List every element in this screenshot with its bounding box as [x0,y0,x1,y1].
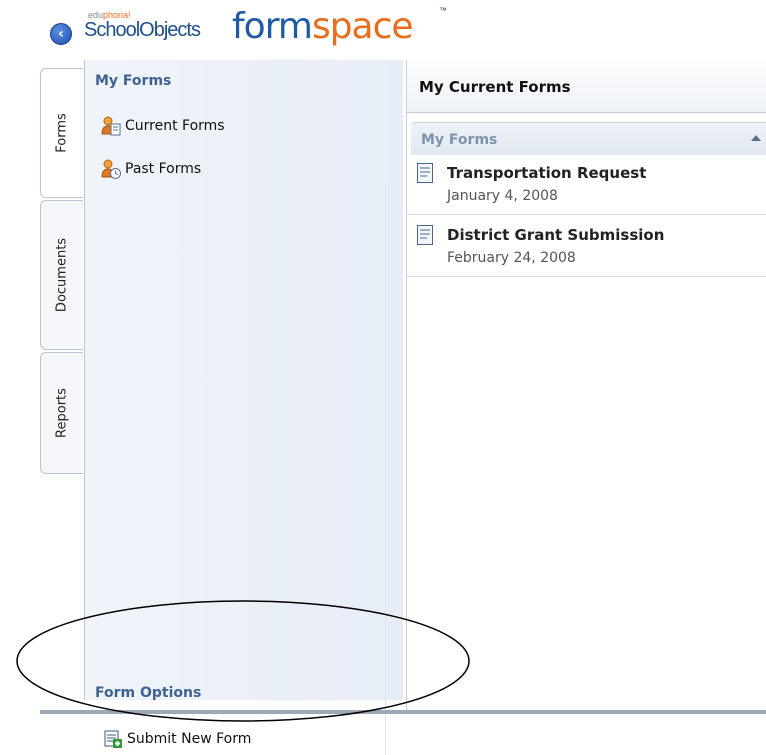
back-button[interactable]: ‹ [50,23,72,45]
form-document-icon [417,225,433,245]
nav-item-past-forms[interactable]: Past Forms [101,158,201,180]
annotation-ellipse [16,600,470,722]
collapse-arrow-icon[interactable] [751,135,761,141]
past-forms-icon [101,159,121,179]
tab-documents-label: Documents [54,237,70,313]
form-list-item[interactable]: District Grant Submission February 24, 2… [407,218,766,277]
my-forms-group-header[interactable]: My Forms [411,122,766,155]
submit-new-form-label: Submit New Form [127,731,252,747]
logo-trademark: ™ [439,6,447,15]
submit-new-form-icon [103,729,123,749]
current-forms-icon [101,116,121,136]
logo-formspace: formspace [232,6,414,47]
form-title: District Grant Submission [447,226,665,244]
panel-title: My Current Forms [419,78,571,96]
panel-header: My Current Forms [407,60,766,113]
tab-forms[interactable]: Forms [40,68,83,198]
tab-reports[interactable]: Reports [40,352,83,474]
logo-schoolobjects: SchoolObjects [84,19,201,41]
form-list-item[interactable]: Transportation Request January 4, 2008 [407,156,766,215]
tab-reports-label: Reports [54,388,70,438]
nav-item-past-forms-label: Past Forms [125,161,202,177]
form-date: February 24, 2008 [447,250,576,266]
tab-forms-label: Forms [54,113,70,153]
group-title: My Forms [421,132,498,148]
my-forms-section-title: My Forms [95,73,172,89]
form-document-icon [417,163,433,183]
app-logo: eduphoria! SchoolObjects formspace ™ [82,2,502,52]
nav-item-current-forms-label: Current Forms [125,118,225,134]
submit-new-form-button[interactable]: Submit New Form [103,728,251,750]
tab-documents[interactable]: Documents [40,200,83,350]
arrow-left-icon: ‹ [58,26,64,42]
form-title: Transportation Request [447,164,647,182]
form-date: January 4, 2008 [447,188,558,204]
nav-item-current-forms[interactable]: Current Forms [101,115,225,137]
